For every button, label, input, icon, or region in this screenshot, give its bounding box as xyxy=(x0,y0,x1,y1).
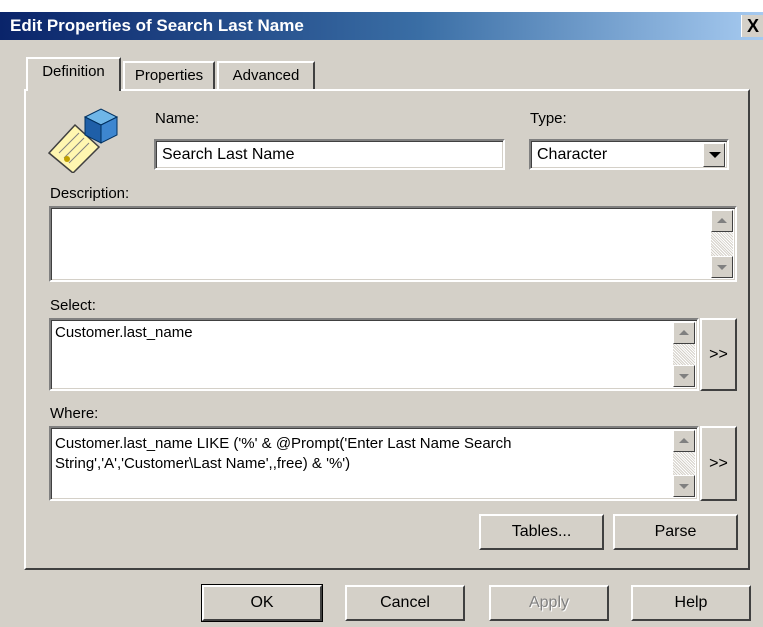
apply-button[interactable]: Apply xyxy=(489,585,609,621)
type-dropdown-button[interactable] xyxy=(703,143,725,167)
type-select[interactable]: Character xyxy=(529,139,729,170)
parse-button[interactable]: Parse xyxy=(613,514,738,550)
scroll-down-button[interactable] xyxy=(673,475,695,497)
type-label: Type: xyxy=(530,110,567,127)
window-title: Edit Properties of Search Last Name xyxy=(10,16,304,35)
where-edit-button[interactable]: >> xyxy=(700,426,737,501)
scroll-up-button[interactable] xyxy=(673,322,695,344)
where-label: Where: xyxy=(50,405,99,422)
arrow-down-icon xyxy=(679,374,689,379)
name-input-value: Search Last Name xyxy=(162,146,295,163)
tab-definition-label: Definition xyxy=(42,63,105,80)
name-label: Name: xyxy=(155,110,200,127)
scroll-up-button[interactable] xyxy=(673,430,695,452)
cancel-button[interactable]: Cancel xyxy=(345,585,465,621)
select-edit-button[interactable]: >> xyxy=(700,318,737,391)
arrow-up-icon xyxy=(679,438,689,443)
ok-button[interactable]: OK xyxy=(201,584,323,622)
select-textarea[interactable]: Customer.last_name xyxy=(49,318,699,391)
arrow-down-icon xyxy=(679,484,689,489)
arrow-up-icon xyxy=(717,218,727,223)
tab-properties[interactable]: Properties xyxy=(123,61,215,91)
name-input[interactable]: Search Last Name xyxy=(154,139,505,170)
type-select-value: Character xyxy=(537,146,608,163)
where-scrollbar[interactable] xyxy=(673,430,695,497)
object-icon xyxy=(47,108,119,173)
select-label: Select: xyxy=(50,297,96,314)
select-value: Customer.last_name xyxy=(55,324,193,341)
description-label: Description: xyxy=(50,185,130,202)
arrow-down-icon xyxy=(717,265,727,270)
where-textarea[interactable]: Customer.last_name LIKE ('%' & @Prompt('… xyxy=(49,426,699,501)
scroll-up-button[interactable] xyxy=(711,210,733,232)
tables-button[interactable]: Tables... xyxy=(479,514,604,550)
help-button[interactable]: Help xyxy=(631,585,751,621)
close-button[interactable]: X xyxy=(741,15,763,37)
scroll-down-button[interactable] xyxy=(711,256,733,278)
where-value: Customer.last_name LIKE ('%' & @Prompt('… xyxy=(55,435,512,472)
tab-advanced-label: Advanced xyxy=(232,67,300,84)
scroll-down-button[interactable] xyxy=(673,365,695,387)
description-scrollbar[interactable] xyxy=(711,210,733,278)
tab-advanced[interactable]: Advanced xyxy=(217,61,315,91)
tab-definition[interactable]: Definition xyxy=(26,57,121,91)
tab-properties-label: Properties xyxy=(134,67,204,84)
title-bar[interactable]: Edit Properties of Search Last Name xyxy=(0,12,763,40)
arrow-up-icon xyxy=(679,330,689,335)
chevron-down-icon xyxy=(709,152,721,158)
description-textarea[interactable] xyxy=(49,206,737,282)
select-scrollbar[interactable] xyxy=(673,322,695,387)
